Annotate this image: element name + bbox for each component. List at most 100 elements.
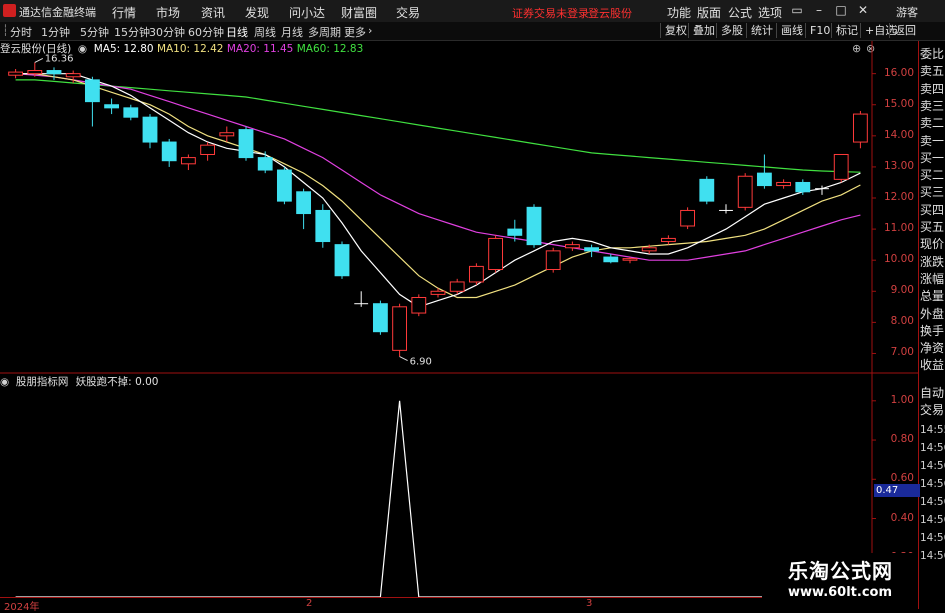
button-adjust[interactable]: 复权	[660, 23, 691, 38]
menu-market[interactable]: 市场	[156, 4, 180, 21]
period-monthly[interactable]: 月线	[281, 24, 303, 40]
tick-time: 14:56	[920, 460, 945, 472]
candle-body	[104, 104, 120, 109]
auto-trade-label[interactable]: 交易	[920, 401, 944, 418]
quote-label: 买二	[920, 168, 945, 183]
candle-body	[334, 244, 350, 277]
menu-options[interactable]: 选项	[758, 4, 782, 21]
quote-label: 委比	[920, 47, 945, 61]
period-15min[interactable]: 15分钟	[114, 24, 150, 40]
candle-body	[65, 73, 81, 78]
quote-label: 外盘	[920, 306, 945, 321]
candle-body	[680, 209, 696, 227]
maximize-icon[interactable]: □	[834, 3, 848, 17]
candle-body	[833, 153, 849, 180]
button-draw-line[interactable]: 画线	[776, 23, 807, 38]
candle-body	[276, 169, 292, 202]
price-tick-label: 13.00	[883, 159, 914, 172]
period-weekly[interactable]: 周线	[254, 24, 276, 40]
trade-login-notice[interactable]: 证券交易未登录	[512, 5, 589, 21]
quote-label: 卖二	[920, 116, 945, 131]
menu-bar: 通达信金融终端 行情 市场 资讯 发现 问小达 财富圈 交易 证券交易未登录 登…	[0, 0, 945, 23]
candle-body	[852, 113, 868, 143]
candle-body	[46, 70, 62, 75]
quote-label: 买三	[920, 185, 945, 200]
period-5min[interactable]: 5分钟	[80, 24, 109, 40]
menu-discover[interactable]: 发现	[245, 4, 269, 21]
close-icon[interactable]: ✕	[856, 3, 870, 17]
candle-body	[372, 303, 388, 333]
period-multi[interactable]: 多周期	[308, 24, 341, 40]
indicator-tick-label: 0.40	[890, 511, 914, 524]
button-overlay[interactable]: 叠加	[688, 23, 719, 38]
button-mark[interactable]: 标记	[831, 23, 862, 38]
quote-label: 卖三	[920, 98, 945, 113]
price-tick-label: 16.00	[883, 66, 914, 79]
candle-body	[296, 191, 312, 215]
price-tick-label: 14.00	[883, 128, 914, 141]
period-intraday[interactable]: 分时	[10, 24, 32, 40]
guest-label[interactable]: 游客	[896, 4, 918, 20]
minimize-icon[interactable]: –	[812, 3, 826, 17]
quote-label: 收益	[920, 358, 945, 373]
auto-trade-label[interactable]: 自动	[920, 384, 944, 401]
quote-label: 现价	[920, 237, 945, 252]
period-more[interactable]: 更多	[344, 24, 366, 40]
low-marker-line	[399, 356, 408, 362]
candle-body	[507, 228, 523, 236]
price-tick-label: 15.00	[883, 97, 914, 110]
price-tick-label: 10.00	[883, 253, 914, 266]
period-daily[interactable]: 日线	[226, 24, 248, 40]
watermark-title: 乐淘公式网	[788, 559, 893, 583]
kline-chart[interactable]: 16.36 6.90	[0, 41, 918, 597]
menu-function[interactable]: 功能	[667, 4, 691, 21]
price-tick-label: 11.00	[883, 222, 914, 235]
candle-body	[622, 258, 638, 261]
candle-body	[603, 256, 619, 263]
button-multi-stock[interactable]: 多股	[716, 23, 747, 38]
quote-label: 涨幅	[920, 271, 945, 286]
candle-body	[142, 116, 158, 143]
button-statistics[interactable]: 统计	[746, 23, 777, 38]
quote-label: 卖一	[920, 133, 945, 148]
quote-label: 涨跌	[920, 254, 945, 269]
header-stock-name: 登云股份	[588, 7, 632, 20]
menu-trade[interactable]: 交易	[396, 4, 420, 21]
menu-ask[interactable]: 问小达	[289, 4, 325, 21]
period-1min[interactable]: 1分钟	[41, 24, 70, 40]
tick-time: 14:56	[920, 532, 945, 544]
candle-body	[123, 107, 139, 118]
menu-news[interactable]: 资讯	[201, 4, 225, 21]
button-f10[interactable]: F10	[805, 23, 834, 38]
menu-layout[interactable]: 版面	[697, 4, 721, 21]
period-30min[interactable]: 30分钟	[149, 24, 185, 40]
tick-time: 14:56	[920, 442, 945, 454]
candle-body	[660, 237, 676, 243]
button-back[interactable]: 返回	[889, 23, 920, 38]
candle-body	[8, 71, 24, 76]
toolbar-grip-icon: ┆	[2, 24, 9, 37]
candle-body	[238, 129, 254, 159]
indicator-tick-label: 0.60	[890, 472, 914, 485]
candle-body	[737, 175, 753, 208]
menu-formula[interactable]: 公式	[728, 4, 752, 21]
period-60min[interactable]: 60分钟	[188, 24, 224, 40]
quote-label: 卖五	[920, 64, 945, 79]
quote-label: 卖四	[920, 81, 945, 96]
price-tick-label: 8.00	[890, 315, 914, 328]
more-arrow-icon[interactable]: ›	[368, 24, 372, 37]
candle-body	[200, 144, 216, 155]
menu-fortune[interactable]: 财富圈	[341, 4, 377, 21]
window-menu-icon[interactable]: ▭	[790, 3, 804, 17]
candle-body	[161, 141, 177, 162]
price-tick-label: 7.00	[890, 346, 914, 359]
candle-body	[545, 250, 561, 271]
candle-body	[641, 247, 657, 252]
candle-body	[488, 237, 504, 271]
tick-time: 14:56	[920, 478, 945, 490]
tick-time: 14:56	[920, 550, 945, 562]
price-tick-label: 9.00	[890, 284, 914, 297]
menu-quotes[interactable]: 行情	[112, 4, 136, 21]
candle-body	[315, 209, 331, 243]
cursor-value-box: 0.47	[874, 484, 920, 497]
